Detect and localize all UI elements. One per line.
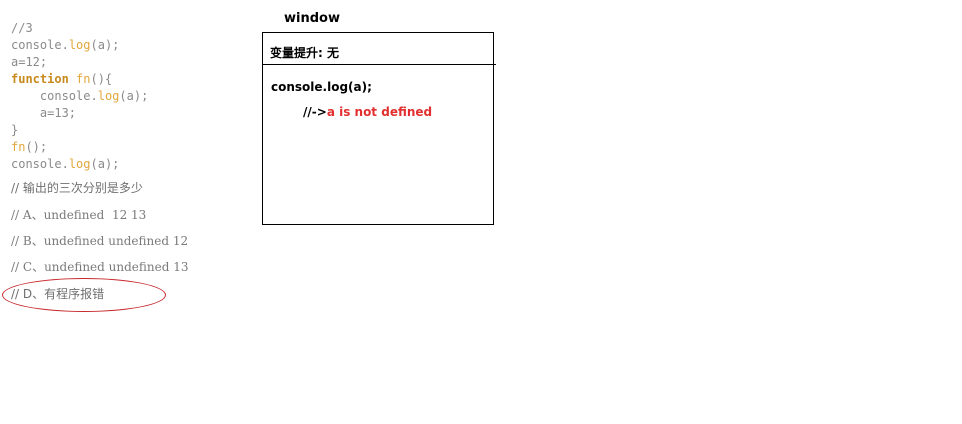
code-snippet: //3 console.log(a); a=12; function fn(){… <box>11 20 148 173</box>
code-method: log <box>68 38 91 52</box>
scope-divider <box>262 64 496 65</box>
execution-statement: console.log(a); <box>271 80 372 94</box>
result-prefix: //-> <box>303 105 327 119</box>
execution-result: //->a is not defined <box>303 105 432 119</box>
code-line-5: console.log(a); <box>11 88 148 105</box>
code-line-4: function fn(){ <box>11 71 148 88</box>
code-object: console <box>39 89 91 103</box>
code-line-8: fn(); <box>11 139 148 156</box>
option-a: // A、undefined 12 13 <box>11 208 147 222</box>
code-keyword: function <box>11 72 69 86</box>
code-line-7: } <box>11 122 148 139</box>
code-method: log <box>97 89 120 103</box>
answer-highlight-circle <box>2 278 166 312</box>
code-assignment: a=13; <box>11 106 77 120</box>
code-line-1: //3 <box>11 20 148 37</box>
code-line-9: console.log(a); <box>11 156 148 173</box>
code-arguments: (a); <box>90 157 120 171</box>
option-b: // B、undefined undefined 12 <box>11 234 189 248</box>
result-error: a is not defined <box>326 105 433 119</box>
code-comment: //3 <box>11 21 33 35</box>
code-arguments: (a); <box>90 38 120 52</box>
code-line-3: a=12; <box>11 54 148 71</box>
question-text: // 输出的三次分别是多少 <box>11 181 143 195</box>
code-function-name: fn <box>68 72 91 86</box>
code-arguments: (a); <box>119 89 149 103</box>
code-line-2: console.log(a); <box>11 37 148 54</box>
code-punctuation: (){ <box>90 72 113 86</box>
code-punctuation: . <box>61 38 69 52</box>
code-punctuation: . <box>90 89 98 103</box>
code-assignment: a=12; <box>11 55 48 69</box>
code-punctuation: } <box>11 123 19 137</box>
code-function-call: fn <box>11 140 26 154</box>
diagram-title: window <box>284 11 340 26</box>
code-line-6: a=13; <box>11 105 148 122</box>
code-punctuation: . <box>61 157 69 171</box>
hoisting-label: 变量提升: 无 <box>270 46 339 60</box>
code-object: console <box>11 38 62 52</box>
code-method: log <box>68 157 91 171</box>
code-punctuation: (); <box>25 140 48 154</box>
code-object: console <box>11 157 62 171</box>
option-c: // C、undefined undefined 13 <box>11 260 189 274</box>
